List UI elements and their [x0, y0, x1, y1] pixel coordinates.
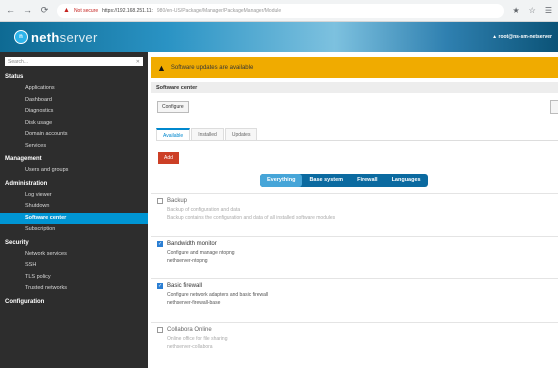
- sidebar-item-disk-usage[interactable]: Disk usage: [0, 118, 148, 130]
- sidebar-section-configuration: Configuration: [5, 298, 45, 305]
- package-description: Configure network adapters and basic fir…: [167, 292, 269, 298]
- filter-everything[interactable]: Everything: [260, 174, 303, 187]
- page-title: Software center: [151, 82, 558, 93]
- sidebar-item-dashboard[interactable]: Dashboard: [0, 95, 148, 107]
- list-item: Backup Backup of configuration and data …: [151, 193, 558, 221]
- back-arrow-icon[interactable]: ←: [6, 6, 15, 15]
- configure-button[interactable]: Configure: [157, 101, 189, 113]
- sidebar-item-shutdown[interactable]: Shutdown: [0, 201, 148, 213]
- side-button[interactable]: [550, 100, 558, 114]
- package-name: Backup: [167, 198, 188, 204]
- insecure-warning-icon: ▲: [63, 7, 70, 14]
- address-bar[interactable]: ▲ Not secure https://192.168.251.11: 980…: [57, 3, 505, 18]
- tab-installed[interactable]: Installed: [191, 128, 224, 140]
- tab-divider: [156, 140, 558, 141]
- insecure-label: Not secure: [73, 7, 99, 14]
- category-filter: Everything Base system Firewall Language…: [260, 174, 428, 187]
- package-description: Configure and manage ntopng: [167, 250, 235, 256]
- star-icon[interactable]: ☆: [529, 6, 536, 15]
- sidebar-item-tls-policy[interactable]: TLS policy: [0, 272, 148, 284]
- sidebar-section-status: Status: [5, 74, 24, 80]
- search-input[interactable]: Search... ✕: [5, 57, 143, 66]
- search-placeholder: Search...: [8, 58, 29, 65]
- filter-languages[interactable]: Languages: [385, 174, 428, 187]
- url-host: https://192.168.251.11:: [102, 7, 153, 14]
- package-description: Online office for file sharing: [167, 336, 228, 342]
- list-item: ✓ Bandwidth monitor Configure and manage…: [151, 236, 558, 264]
- menu-icon[interactable]: ☰: [545, 6, 552, 15]
- browser-toolbar: ← → ⟳ ▲ Not secure https://192.168.251.1…: [0, 0, 558, 22]
- sidebar-item-trusted-networks[interactable]: Trusted networks: [0, 283, 148, 295]
- filter-base-system[interactable]: Base system: [302, 174, 350, 187]
- sidebar-section-administration: Administration: [5, 180, 48, 187]
- sidebar-item-log-viewer[interactable]: Log viewer: [0, 190, 148, 202]
- list-item: Collabora Online Online office for file …: [151, 322, 558, 350]
- sidebar-item-services[interactable]: Services: [0, 141, 148, 153]
- user-menu[interactable]: ▲ root@ns-sm-netserver: [492, 34, 552, 40]
- browser-actions: ★ ☆ ☰: [512, 6, 552, 15]
- bookmark-icon[interactable]: ★: [512, 6, 519, 15]
- logo-text: nethserver: [31, 29, 98, 45]
- app-header: n nethserver ▲ root@ns-sm-netserver: [0, 22, 558, 52]
- sidebar: Search... ✕ Status Applications Dashboar…: [0, 52, 148, 368]
- package-subtext: nethserver-ntopng: [167, 258, 208, 264]
- sidebar-item-domain-accounts[interactable]: Domain accounts: [0, 129, 148, 141]
- warning-icon: ▲: [157, 62, 166, 73]
- logo-mark-icon: n: [14, 30, 28, 44]
- nethserver-logo[interactable]: n nethserver: [14, 30, 98, 45]
- package-checkbox[interactable]: ✓: [157, 241, 163, 247]
- package-subtext: Backup contains the configuration and da…: [167, 215, 336, 221]
- package-subtext: nethserver-firewall-base: [167, 300, 221, 306]
- package-description: Backup of configuration and data: [167, 207, 241, 213]
- package-checkbox[interactable]: [157, 327, 163, 333]
- sidebar-item-subscription[interactable]: Subscription: [0, 224, 148, 236]
- package-name: Collabora Online: [167, 327, 212, 333]
- package-checkbox[interactable]: ✓: [157, 283, 163, 289]
- search-clear-icon[interactable]: ✕: [136, 59, 140, 65]
- add-button[interactable]: Add: [158, 152, 179, 164]
- filter-firewall[interactable]: Firewall: [350, 174, 384, 187]
- tab-bar: Available Installed Updates: [156, 128, 258, 140]
- sidebar-item-software-center[interactable]: Software center: [0, 212, 148, 224]
- tab-updates[interactable]: Updates: [224, 128, 258, 140]
- main-content: ▲ Software updates are available Softwar…: [148, 52, 558, 368]
- sidebar-section-management: Management: [5, 156, 42, 162]
- package-subtext: nethserver-collabora: [167, 344, 213, 350]
- sidebar-item-users-and-groups[interactable]: Users and groups: [0, 165, 148, 177]
- sidebar-section-security: Security: [5, 239, 29, 246]
- alert-text: Software updates are available: [170, 64, 254, 71]
- sidebar-item-network-services[interactable]: Network services: [0, 249, 148, 261]
- package-checkbox[interactable]: [157, 198, 163, 204]
- list-item: ✓ Basic firewall Configure network adapt…: [151, 278, 558, 306]
- package-name: Basic firewall: [167, 283, 203, 289]
- reload-icon[interactable]: ⟳: [40, 6, 49, 15]
- sidebar-item-applications[interactable]: Applications: [0, 83, 148, 95]
- package-name: Bandwidth monitor: [167, 241, 217, 247]
- updates-alert: ▲ Software updates are available: [151, 57, 558, 78]
- sidebar-item-diagnostics[interactable]: Diagnostics: [0, 106, 148, 118]
- forward-arrow-icon[interactable]: →: [23, 6, 32, 15]
- sidebar-item-ssh[interactable]: SSH: [0, 260, 148, 272]
- tab-available[interactable]: Available: [156, 128, 191, 140]
- url-path: 980/en-US/Package/Manager/PackageManager…: [156, 7, 282, 14]
